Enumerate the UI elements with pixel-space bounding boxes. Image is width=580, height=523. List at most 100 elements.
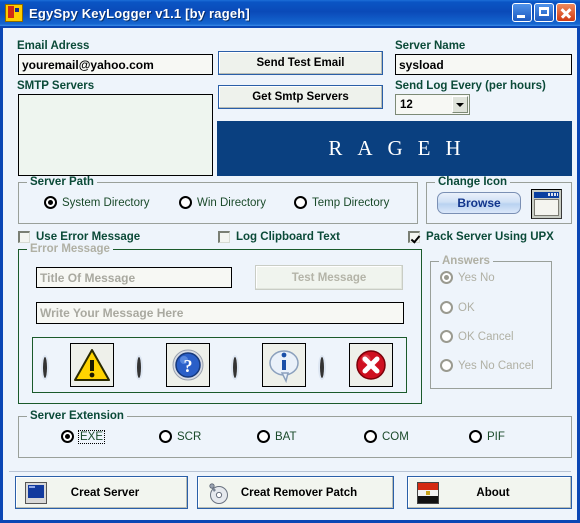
message-body-input[interactable]: Write Your Message Here [36,302,404,324]
radio-label: PIF [487,430,505,443]
message-title-input[interactable]: Title Of Message [36,267,232,288]
radio-ext-scr[interactable]: SCR [159,430,201,443]
test-message-button[interactable]: Test Message [255,265,403,290]
title-bar: EgySpy KeyLogger v1.1 [by rageh] [0,0,580,26]
checkbox-label: Log Clipboard Text [236,231,340,243]
create-server-button[interactable]: Creat Server [15,476,188,509]
disc-icon [207,482,229,504]
radio-error-icon[interactable] [320,357,324,378]
client-area: Email Adress youremail@yahoo.com SMTP Se… [3,28,577,520]
answers-group: Answers Yes No OK OK Cancel Yes No Cance… [430,255,552,389]
radio-temp-directory[interactable]: Temp Directory [294,196,389,209]
create-remover-patch-button[interactable]: Creat Remover Patch [197,476,394,509]
error-message-group: Error Message Title Of Message Test Mess… [18,243,422,404]
radio-warning-icon[interactable] [43,357,47,378]
about-button[interactable]: About [407,476,572,509]
radio-indicator [179,196,192,209]
error-icon-glyph [356,350,386,380]
answers-title: Answers [439,255,493,267]
radio-indicator [440,359,453,372]
server-name-label: Server Name [395,40,466,52]
radio-answer-ok-cancel[interactable]: OK Cancel [440,330,514,343]
send-log-combobox[interactable]: 12 [395,94,470,115]
rageh-banner: RAGEH [217,121,572,176]
radio-label: Win Directory [197,196,267,209]
radio-label: Yes No Cancel [458,359,534,372]
checkbox-use-error-message[interactable]: Use Error Message [18,231,140,243]
maximize-button[interactable] [534,3,554,22]
information-icon-glyph [269,350,299,383]
server-path-group: Server Path System Directory Win Directo… [18,176,418,224]
radio-answer-ok[interactable]: OK [440,301,475,314]
smtp-servers-textarea[interactable] [18,94,213,176]
titlebar-glyph [534,192,559,198]
radio-answer-yes-no[interactable]: Yes No [440,271,495,284]
radio-indicator [440,271,453,284]
radio-ext-exe[interactable]: EXE [61,429,106,444]
close-button[interactable] [556,3,576,22]
radio-label: COM [382,430,409,443]
information-icon[interactable] [262,343,306,387]
error-icon[interactable] [349,343,393,387]
radio-system-directory[interactable]: System Directory [44,196,150,209]
radio-indicator [233,357,237,378]
radio-ext-bat[interactable]: BAT [257,430,297,443]
create-server-label: Creat Server [70,486,140,499]
radio-label: Yes No [458,271,495,284]
warning-icon[interactable] [70,343,114,387]
checkbox-log-clipboard-text[interactable]: Log Clipboard Text [218,231,340,243]
get-smtp-servers-button[interactable]: Get Smtp Servers [218,85,383,109]
radio-indicator [159,430,172,443]
radio-indicator [364,430,377,443]
radio-indicator [440,301,453,314]
radio-indicator [320,357,324,378]
egypt-flag-icon [417,482,439,504]
checkbox-indicator [18,231,30,243]
send-log-value: 12 [400,98,413,111]
change-icon-title: Change Icon [435,176,511,188]
question-icon[interactable]: ? [166,343,210,387]
radio-indicator [469,430,482,443]
radio-label: Temp Directory [312,196,390,209]
banner-text: RAGEH [328,136,476,160]
radio-indicator [440,330,453,343]
radio-indicator [43,357,47,378]
warning-icon-glyph [74,349,110,381]
checkbox-label: Use Error Message [36,231,141,243]
error-message-title: Error Message [27,243,113,255]
email-input[interactable]: youremail@yahoo.com [18,54,213,75]
radio-question-icon[interactable] [137,357,141,378]
server-path-title: Server Path [27,176,97,188]
browse-button[interactable]: Browse [437,192,521,214]
radio-information-icon[interactable] [233,357,237,378]
send-log-label: Send Log Every (per hours) [395,80,546,92]
checkbox-indicator [408,231,420,243]
svg-text:?: ? [184,356,193,376]
radio-ext-pif[interactable]: PIF [469,430,505,443]
footer-divider [9,471,571,472]
create-remover-patch-label: Creat Remover Patch [240,486,358,499]
server-extension-group: Server Extension EXE SCR BAT COM PIF [18,410,572,458]
icon-preview[interactable] [531,189,562,219]
radio-answer-yes-no-cancel[interactable]: Yes No Cancel [440,359,534,372]
send-test-email-button[interactable]: Send Test Email [218,51,383,75]
monitor-icon [25,481,47,504]
checkbox-indicator [218,231,230,243]
minimize-button[interactable] [512,3,532,22]
server-name-input[interactable]: sysload [395,54,572,75]
radio-label: System Directory [62,196,150,209]
window-controls [512,3,576,22]
radio-ext-com[interactable]: COM [364,430,409,443]
window-body-glyph [534,199,559,216]
application-window: EgySpy KeyLogger v1.1 [by rageh] Email A… [0,0,580,523]
window-title: EgySpy KeyLogger v1.1 [by rageh] [29,5,250,21]
radio-label: OK [458,301,475,314]
radio-win-directory[interactable]: Win Directory [179,196,266,209]
radio-indicator [61,430,74,443]
change-icon-group: Change Icon Browse [426,176,572,224]
smtp-label: SMTP Servers [17,80,95,92]
radio-label: OK Cancel [458,330,514,343]
checkbox-pack-server-upx[interactable]: Pack Server Using UPX [408,231,554,243]
checkbox-label: Pack Server Using UPX [426,231,554,243]
chevron-down-icon[interactable] [452,96,468,113]
